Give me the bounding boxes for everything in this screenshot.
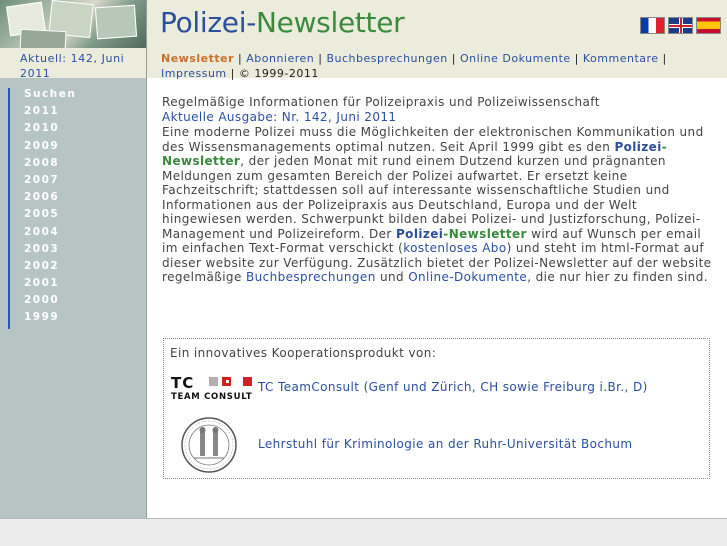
page-header: Polizei-Newsletter bbox=[147, 0, 727, 48]
sidebar-item-2002[interactable]: 2002 bbox=[8, 259, 146, 278]
description-text: Eine moderne Polizei muss die Möglichkei… bbox=[162, 125, 712, 284]
nav-impressum[interactable]: Impressum bbox=[161, 67, 227, 80]
university-seal-icon[interactable] bbox=[180, 416, 238, 474]
brand-dash: - bbox=[661, 139, 668, 154]
title-polizei: Polizei bbox=[160, 6, 247, 39]
nav-separator: | bbox=[662, 52, 667, 65]
language-flags bbox=[640, 17, 721, 34]
sidebar-item-2004[interactable]: 2004 bbox=[8, 225, 146, 243]
sidebar-item-2009[interactable]: 2009 bbox=[8, 139, 146, 157]
cooperation-box: Ein innovatives Kooperationsprodukt von:… bbox=[163, 338, 710, 479]
teamconsult-link[interactable]: TC TeamConsult (Genf und Zürich, CH sowi… bbox=[258, 380, 648, 394]
sidebar-item-1999[interactable]: 1999 bbox=[8, 311, 146, 329]
brand-newsletter: Newsletter bbox=[162, 154, 241, 168]
sidebar-item-2011[interactable]: 2011 bbox=[8, 105, 146, 123]
cooperation-heading: Ein innovatives Kooperationsprodukt von: bbox=[170, 346, 437, 360]
intro-text: Regelmäßige Informationen für Polizeipra… bbox=[162, 95, 600, 109]
rub-criminology-link[interactable]: Lehrstuhl für Kriminologie an der Ruhr-U… bbox=[258, 437, 632, 451]
sidebar-item-2001[interactable]: 2001 bbox=[8, 277, 146, 295]
nav-separator: | bbox=[574, 52, 579, 65]
nav-newsletter[interactable]: Newsletter bbox=[161, 52, 234, 65]
brand-polizei: Polizei bbox=[395, 226, 444, 241]
brand-polizei: Polizei bbox=[614, 139, 662, 154]
nav-separator: | bbox=[318, 52, 323, 65]
nav-kommentare[interactable]: Kommentare bbox=[583, 52, 659, 65]
nav-separator: | bbox=[451, 52, 456, 65]
books-link[interactable]: Buchbesprechungen bbox=[246, 270, 376, 284]
sidebar-item-2010[interactable]: 2010 bbox=[8, 122, 146, 140]
nav-separator: | bbox=[230, 67, 235, 80]
sidebar-item-2008[interactable]: 2008 bbox=[8, 156, 146, 174]
teamconsult-logo[interactable]: TC TEAM CONSULT bbox=[171, 374, 253, 404]
sidebar-item-suchen[interactable]: Suchen bbox=[8, 88, 146, 106]
copyright: © 1999-2011 bbox=[238, 67, 319, 80]
sidebar-item-2006[interactable]: 2006 bbox=[8, 191, 146, 209]
bottom-bar bbox=[0, 518, 727, 546]
top-navigation: Newsletter | Abonnieren | Buchbesprechun… bbox=[147, 48, 727, 80]
current-issue-link[interactable]: Aktuelle Ausgabe: Nr. 142, Juni 2011 bbox=[162, 110, 718, 125]
nav-buchbesprechungen[interactable]: Buchbesprechungen bbox=[326, 52, 447, 65]
online-docs-link[interactable]: Online-Dokumente bbox=[408, 270, 527, 284]
sidebar-item-2005[interactable]: 2005 bbox=[8, 208, 146, 226]
main-content: Regelmäßige Informationen für Polizeipra… bbox=[162, 95, 718, 285]
nav-abonnieren[interactable]: Abonnieren bbox=[246, 52, 314, 65]
sidebar: Suchen 2011 2010 2009 2008 2007 2006 200… bbox=[0, 78, 146, 519]
flag-uk-icon[interactable] bbox=[668, 17, 693, 34]
sidebar-item-2000[interactable]: 2000 bbox=[8, 294, 146, 312]
title-newsletter: Newsletter bbox=[256, 6, 405, 39]
brand-newsletter: Newsletter bbox=[448, 226, 527, 241]
nav-online-dokumente[interactable]: Online Dokumente bbox=[460, 52, 571, 65]
vertical-divider bbox=[146, 0, 147, 519]
sidebar-item-2007[interactable]: 2007 bbox=[8, 173, 146, 192]
nav-separator: | bbox=[238, 52, 243, 65]
abo-link[interactable]: kostenloses Abo bbox=[403, 241, 506, 255]
current-issue-label[interactable]: Aktuell: 142, Juni 2011 bbox=[0, 48, 146, 80]
title-dash: - bbox=[246, 6, 256, 39]
header-photo-collage bbox=[0, 0, 146, 48]
site-title[interactable]: Polizei-Newsletter bbox=[160, 6, 405, 39]
sidebar-item-2003[interactable]: 2003 bbox=[8, 242, 146, 260]
flag-es-icon[interactable] bbox=[696, 17, 721, 34]
flag-fr-icon[interactable] bbox=[640, 17, 665, 34]
